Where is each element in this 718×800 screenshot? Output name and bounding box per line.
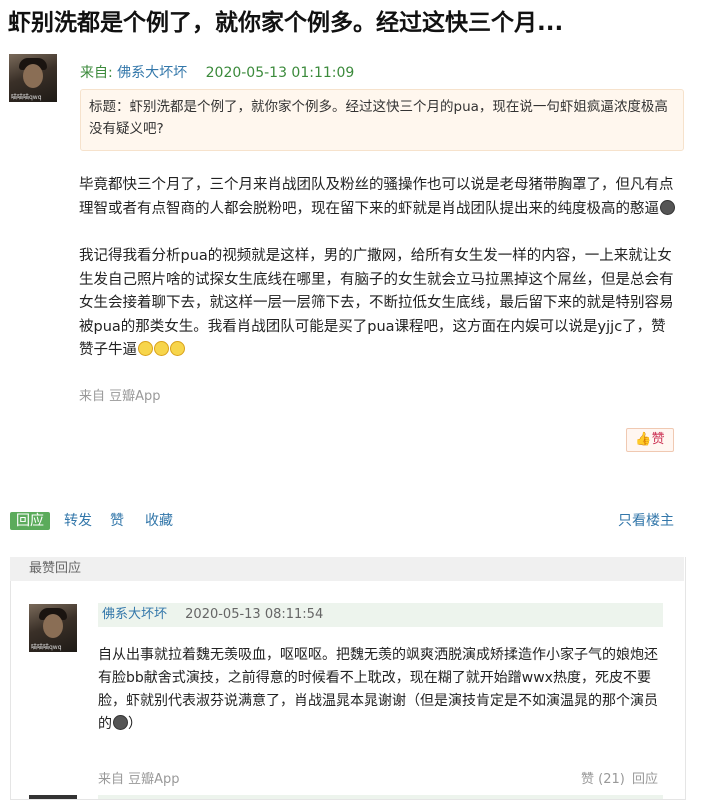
section-title: 最赞回应 [29,561,82,576]
comment-meta-bar: 佛系大坏坏 2020-05-13 08:11:54 [98,603,663,627]
post-meta: 来自: 佛系大坏坏 2020-05-13 01:11:09 [80,62,354,82]
post-paragraph-2: 我记得我看分析pua的视频就是这样，男的广撒网，给所有女生发一样的内容，一上来就… [79,245,677,363]
comment-source: 来自 豆瓣App [98,772,180,787]
avatar-face [43,614,63,638]
like-button-label: 赞 [651,432,665,447]
sad-face-icon [113,715,128,730]
commenter-link[interactable]: 佛系大坏坏 [98,607,167,622]
avatar-watermark: 喵喵喵qwq [11,94,42,101]
quote-box: 标题：虾别洗都是个例了，就你家个例多。经过这快三个月的pua，现在说一句虾姐疯逼… [80,89,684,151]
next-comment-meta-bar [98,795,663,799]
comment-body-end: ） [128,716,142,732]
thumb-up-icon: 👍 [635,432,652,447]
post-paragraph-1: 毕竟都快三个月了，三个月来肖战团队及粉丝的骚操作也可以说是老母猪带胸罩了，但凡有… [79,174,677,221]
paragraph-2-text: 我记得我看分析pua的视频就是这样，男的广撒网，给所有女生发一样的内容，一上来就… [79,248,674,358]
comment-like-count[interactable]: 赞 (21) [581,768,625,787]
action-like[interactable]: 赞 [110,510,124,530]
action-collect[interactable]: 收藏 [145,510,173,530]
author-link[interactable]: 佛系大坏坏 [117,65,187,81]
action-reply[interactable]: 回应 [10,510,50,530]
action-repost[interactable]: 转发 [64,510,92,530]
comment-body: 自从出事就拉着魏无羡吸血，呕呕呕。把魏无羡的飒爽洒脱演成矫揉造作小家子气的娘炮还… [98,647,658,732]
sad-face-icon [660,199,675,215]
smile-icon [154,341,169,356]
post-title: 虾别洗都是个例了，就你家个例多。经过这快三个月... [8,10,564,36]
from-label: 来自: [80,65,113,81]
commenter-avatar[interactable]: 喵喵喵qwq [29,604,77,652]
smile-icon [170,341,185,356]
post-source: 来自 豆瓣App [79,389,161,404]
section-header: 最赞回应 [10,557,684,581]
quote-text: 标题：虾别洗都是个例了，就你家个例多。经过这快三个月的pua，现在说一句虾姐疯逼… [89,99,668,137]
author-avatar[interactable]: 喵喵喵qwq [9,54,57,102]
comment-reply-link[interactable]: 回应 [632,768,658,787]
paragraph-1-text: 毕竟都快三个月了，三个月来肖战团队及粉丝的骚操作也可以说是老母猪带胸罩了，但凡有… [79,177,674,217]
avatar-face [23,64,43,88]
comment-text: 自从出事就拉着魏无羡吸血，呕呕呕。把魏无羡的飒爽洒脱演成矫揉造作小家子气的娘炮还… [98,644,668,736]
avatar-watermark: 喵喵喵qwq [31,644,62,651]
like-button[interactable]: 👍赞 [626,428,674,452]
reply-tag[interactable]: 回应 [10,512,50,530]
next-comment-avatar [29,795,77,799]
comment-timestamp: 2020-05-13 08:11:54 [185,607,324,622]
smile-icon [138,341,153,356]
only-op-link[interactable]: 只看楼主 [618,510,674,530]
post-timestamp: 2020-05-13 01:11:09 [205,65,355,81]
